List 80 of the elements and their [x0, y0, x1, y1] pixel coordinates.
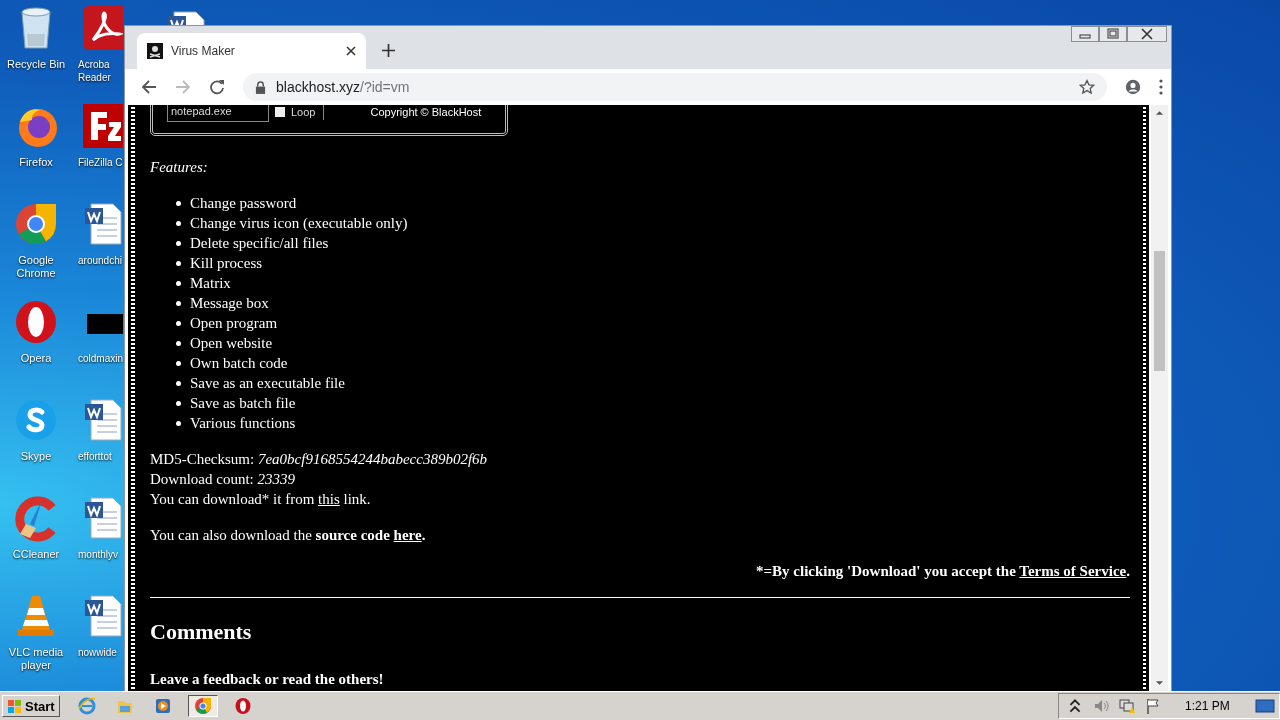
feature-item: Save as an executable file — [190, 374, 345, 393]
terms-link[interactable]: Terms of Service — [1019, 563, 1127, 579]
bullet-icon — [176, 420, 181, 426]
feature-item: Kill process — [190, 254, 263, 273]
bullet-icon — [176, 400, 181, 406]
scroll-thumb[interactable] — [1154, 251, 1165, 371]
bullet-icon — [176, 240, 181, 246]
feature-item: Open program — [190, 314, 278, 333]
bullet-icon — [176, 280, 181, 286]
monitor-icon[interactable] — [1255, 698, 1275, 714]
checksum-text: MD5-Checksum: 7ea0bcf9168554244babecc389b02f6b — [150, 450, 489, 469]
close-icon[interactable] — [346, 46, 356, 56]
scroll-down-icon[interactable] — [1155, 680, 1164, 686]
desktop-icon-label[interactable]: nowwide — [78, 646, 117, 659]
feedback-heading: Leave a feedback or read the others! — [150, 670, 385, 689]
feature-item: Change virus icon (executable only) — [190, 214, 408, 233]
input-field: notepad.exe — [167, 105, 269, 122]
feature-item: Delete specific/all files — [190, 234, 329, 253]
lock-icon — [255, 80, 266, 94]
start-button[interactable]: Start — [2, 695, 60, 717]
desktop-icon-label[interactable]: aroundchi — [78, 254, 122, 267]
new-tab-icon[interactable] — [382, 44, 395, 57]
scrollbar[interactable] — [1151, 105, 1168, 691]
desktop-icon-label[interactable]: FileZilla C — [78, 156, 123, 169]
reload-icon[interactable] — [209, 79, 225, 95]
taskbar-button[interactable] — [187, 695, 218, 717]
feature-item: Own batch code — [190, 354, 288, 373]
internet-explorer-icon — [77, 697, 96, 715]
bullet-icon — [176, 320, 181, 326]
flag-icon[interactable] — [1145, 698, 1161, 714]
skull-icon — [147, 43, 163, 59]
bullet-icon — [176, 380, 181, 386]
menu-icon[interactable] — [1159, 79, 1163, 95]
feature-item: Change password — [190, 194, 297, 213]
download-text: You can download* it from this link. — [150, 490, 372, 509]
chevron-up-icon[interactable] — [1067, 698, 1083, 714]
account-icon[interactable] — [1125, 79, 1141, 95]
desktop-icon-label[interactable]: Google Chrome — [16, 254, 56, 280]
opera-icon — [233, 697, 252, 715]
windows-logo-icon — [7, 698, 23, 714]
bullet-icon — [176, 340, 181, 346]
address-bar[interactable]: blackhost.xyz/?id=vm — [243, 73, 1107, 101]
star-icon[interactable] — [1079, 79, 1095, 95]
feature-item: Matrix — [190, 274, 231, 293]
network-icon[interactable] — [1119, 698, 1135, 714]
media-player-icon — [153, 697, 172, 715]
desktop-icon-label[interactable]: Recycle Bin — [6, 58, 66, 71]
minimize-icon[interactable] — [1071, 26, 1099, 42]
desktop-icon-label[interactable]: coldmaxin — [78, 352, 124, 365]
desktop-icon-label[interactable]: Opera — [20, 352, 52, 365]
desktop-icon-label[interactable]: Firefox — [19, 156, 53, 169]
back-arrow-icon[interactable] — [141, 79, 157, 95]
copyright-text: Copyright © BlackHost — [370, 106, 482, 118]
filezilla-icon[interactable] — [81, 102, 123, 150]
source-code-link[interactable]: here — [393, 527, 422, 543]
features-heading: Features: — [150, 158, 209, 177]
bullet-icon — [176, 200, 181, 206]
feature-item: Various functions — [190, 414, 296, 433]
download-count-text: Download count: 23339 — [150, 470, 296, 489]
terms-text: *=By clicking 'Download' you accept the Terms of Service. — [755, 562, 1130, 581]
desktop-icon-label[interactable]: VLC media player — [8, 646, 64, 672]
source-code-text: You can also download the source code here. — [150, 526, 427, 545]
pdf-reader-icon[interactable] — [81, 4, 123, 52]
bullet-icon — [176, 260, 181, 266]
download-link[interactable]: this — [318, 491, 340, 507]
feature-item: Open website — [190, 334, 273, 353]
checkbox-label: Loop — [291, 106, 316, 118]
bullet-icon — [176, 360, 181, 366]
restore-icon[interactable] — [1099, 26, 1127, 42]
comments-heading: Comments — [150, 618, 253, 646]
chrome-icon — [193, 697, 212, 715]
bullet-icon — [176, 300, 181, 306]
feature-item: Message box — [190, 294, 269, 313]
bullet-icon — [176, 220, 181, 226]
close-icon[interactable] — [1127, 26, 1167, 42]
feature-item: Save as batch file — [190, 394, 296, 413]
scroll-up-icon[interactable] — [1155, 110, 1164, 116]
browser-tab[interactable]: Virus Maker — [137, 33, 366, 69]
desktop-icon-label[interactable]: Acroba Reader — [78, 58, 111, 84]
clock[interactable]: 1:21 PM — [1185, 699, 1245, 713]
